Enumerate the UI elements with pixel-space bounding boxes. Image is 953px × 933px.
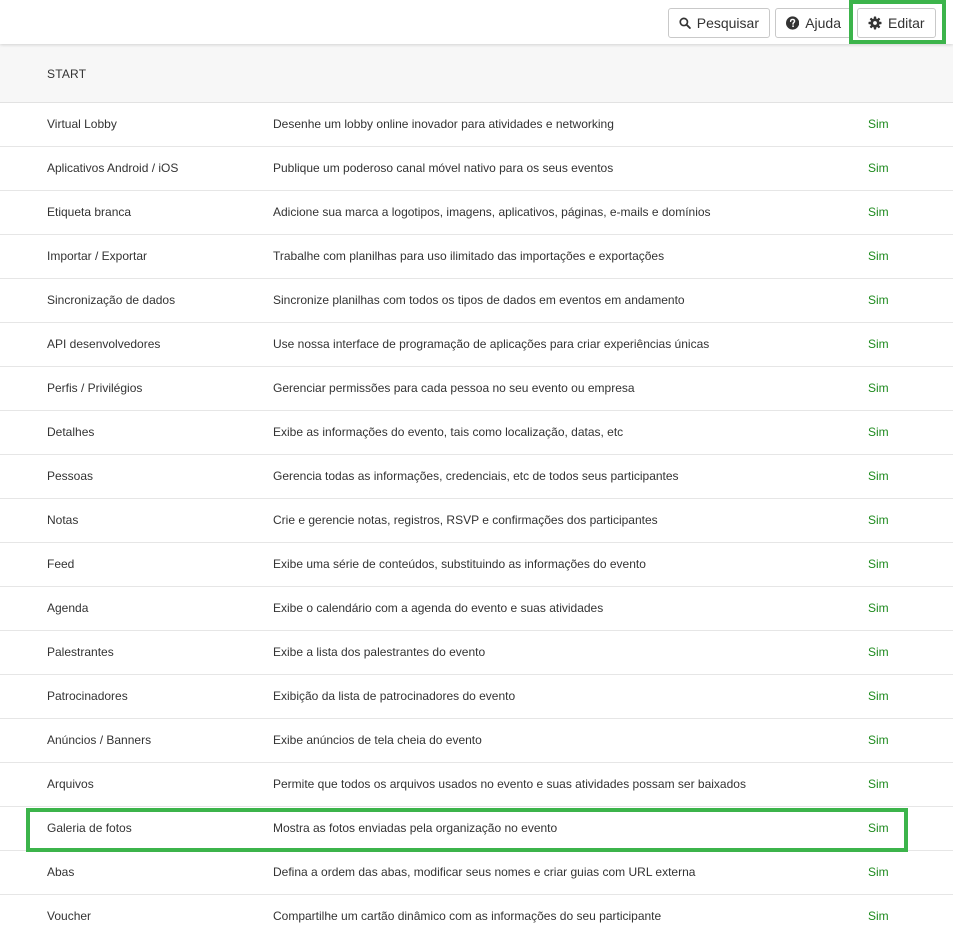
- feature-row[interactable]: Detalhes Exibe as informações do evento, …: [0, 411, 953, 455]
- feature-name: Virtual Lobby: [47, 117, 117, 131]
- feature-name: Patrocinadores: [47, 689, 128, 703]
- feature-row[interactable]: Importar / Exportar Trabalhe com planilha…: [0, 235, 953, 279]
- feature-list: Virtual Lobby Desenhe um lobby online ino…: [0, 103, 953, 933]
- feature-row[interactable]: Pessoas Gerencia todas as informações, cr…: [0, 455, 953, 499]
- feature-description: Adicione sua marca a logotipos, imagens,…: [273, 205, 711, 219]
- feature-row[interactable]: Voucher Compartilhe um cartão dinâmico co…: [0, 895, 953, 933]
- feature-row[interactable]: Sincronização de dados Sincronize planilh…: [0, 279, 953, 323]
- feature-row[interactable]: Agenda Exibe o calendário com a agenda do…: [0, 587, 953, 631]
- question-circle-icon: [786, 16, 800, 30]
- feature-description: Publique um poderoso canal móvel nativo …: [273, 161, 614, 175]
- feature-name: Aplicativos Android / iOS: [47, 161, 179, 175]
- search-button-label: Pesquisar: [696, 15, 759, 31]
- feature-description: Gerenciar permissões para cada pessoa no…: [273, 381, 635, 395]
- feature-name: Pessoas: [47, 469, 94, 483]
- feature-description: Mostra as fotos enviadas pela organizaçã…: [273, 821, 558, 835]
- feature-row[interactable]: Notas Crie e gerencie notas, registros, R…: [0, 499, 953, 543]
- section-title: START: [47, 67, 87, 81]
- feature-description: Crie e gerencie notas, registros, RSVP e…: [273, 513, 658, 527]
- feature-name: Perfis / Privilégios: [47, 381, 143, 395]
- feature-description: Gerencia todas as informações, credencia…: [273, 469, 679, 483]
- feature-name: Galeria de fotos: [47, 821, 132, 835]
- feature-description: Defina a ordem das abas, modificar seus …: [273, 865, 696, 879]
- feature-name: Etiqueta branca: [47, 205, 132, 219]
- feature-name: API desenvolvedores: [47, 337, 161, 351]
- feature-description: Exibição da lista de patrocinadores do e…: [273, 689, 516, 703]
- feature-status: Sim: [868, 161, 889, 175]
- feature-name: Agenda: [47, 601, 89, 615]
- feature-description: Exibe as informações do evento, tais com…: [273, 425, 624, 439]
- feature-status: Sim: [868, 381, 889, 395]
- feature-status: Sim: [868, 425, 889, 439]
- feature-name: Feed: [47, 557, 75, 571]
- feature-status: Sim: [868, 689, 889, 703]
- feature-name: Voucher: [47, 909, 92, 923]
- top-toolbar: Pesquisar Ajuda Editar: [0, 0, 953, 44]
- section-header: START: [0, 44, 953, 103]
- feature-name: Detalhes: [47, 425, 95, 439]
- search-button[interactable]: Pesquisar: [668, 8, 770, 38]
- feature-description: Exibe anúncios de tela cheia do evento: [273, 733, 482, 747]
- feature-status: Sim: [868, 645, 889, 659]
- feature-status: Sim: [868, 557, 889, 571]
- feature-name: Sincronização de dados: [47, 293, 176, 307]
- feature-row[interactable]: Patrocinadores Exibição da lista de patro…: [0, 675, 953, 719]
- feature-status: Sim: [868, 337, 889, 351]
- feature-description: Exibe uma série de conteúdos, substituin…: [273, 557, 646, 571]
- feature-status: Sim: [868, 513, 889, 527]
- help-button-label: Ajuda: [805, 15, 841, 31]
- feature-row[interactable]: Galeria de fotos Mostra as fotos enviadas…: [0, 807, 953, 851]
- edit-button[interactable]: Editar: [857, 8, 936, 38]
- feature-row[interactable]: Feed Exibe uma série de conteúdos, substi…: [0, 543, 953, 587]
- feature-status: Sim: [868, 205, 889, 219]
- feature-status: Sim: [868, 249, 889, 263]
- feature-description: Sincronize planilhas com todos os tipos …: [273, 293, 685, 307]
- feature-description: Use nossa interface de programação de ap…: [273, 337, 710, 351]
- feature-status: Sim: [868, 909, 889, 923]
- feature-status: Sim: [868, 117, 889, 131]
- feature-row[interactable]: Anúncios / Banners Exibe anúncios de tela…: [0, 719, 953, 763]
- feature-description: Compartilhe um cartão dinâmico com as in…: [273, 909, 662, 923]
- help-button[interactable]: Ajuda: [775, 8, 852, 38]
- feature-row[interactable]: Arquivos Permite que todos os arquivos us…: [0, 763, 953, 807]
- feature-status: Sim: [868, 469, 889, 483]
- feature-name: Abas: [47, 865, 75, 879]
- edit-button-label: Editar: [888, 15, 925, 31]
- feature-name: Anúncios / Banners: [47, 733, 152, 747]
- feature-status: Sim: [868, 777, 889, 791]
- feature-description: Exibe a lista dos palestrantes do evento: [273, 645, 486, 659]
- feature-description: Desenhe um lobby online inovador para at…: [273, 117, 614, 131]
- feature-status: Sim: [868, 293, 889, 307]
- gear-icon: [868, 16, 882, 30]
- search-icon: [679, 17, 691, 29]
- feature-status: Sim: [868, 821, 889, 835]
- feature-row[interactable]: Perfis / Privilégios Gerenciar permissões…: [0, 367, 953, 411]
- feature-row[interactable]: Etiqueta branca Adicione sua marca a logo…: [0, 191, 953, 235]
- feature-status: Sim: [868, 733, 889, 747]
- feature-row[interactable]: Virtual Lobby Desenhe um lobby online ino…: [0, 103, 953, 147]
- feature-row[interactable]: API desenvolvedores Use nossa interface d…: [0, 323, 953, 367]
- feature-name: Importar / Exportar: [47, 249, 148, 263]
- feature-name: Arquivos: [47, 777, 94, 791]
- feature-description: Exibe o calendário com a agenda do event…: [273, 601, 604, 615]
- feature-row[interactable]: Abas Defina a ordem das abas, modificar s…: [0, 851, 953, 895]
- feature-status: Sim: [868, 601, 889, 615]
- feature-description: Trabalhe com planilhas para uso ilimitad…: [273, 249, 665, 263]
- feature-description: Permite que todos os arquivos usados no …: [273, 777, 746, 791]
- feature-row[interactable]: Aplicativos Android / iOS Publique um pod…: [0, 147, 953, 191]
- feature-row[interactable]: Palestrantes Exibe a lista dos palestrant…: [0, 631, 953, 675]
- feature-name: Palestrantes: [47, 645, 114, 659]
- feature-status: Sim: [868, 865, 889, 879]
- feature-name: Notas: [47, 513, 79, 527]
